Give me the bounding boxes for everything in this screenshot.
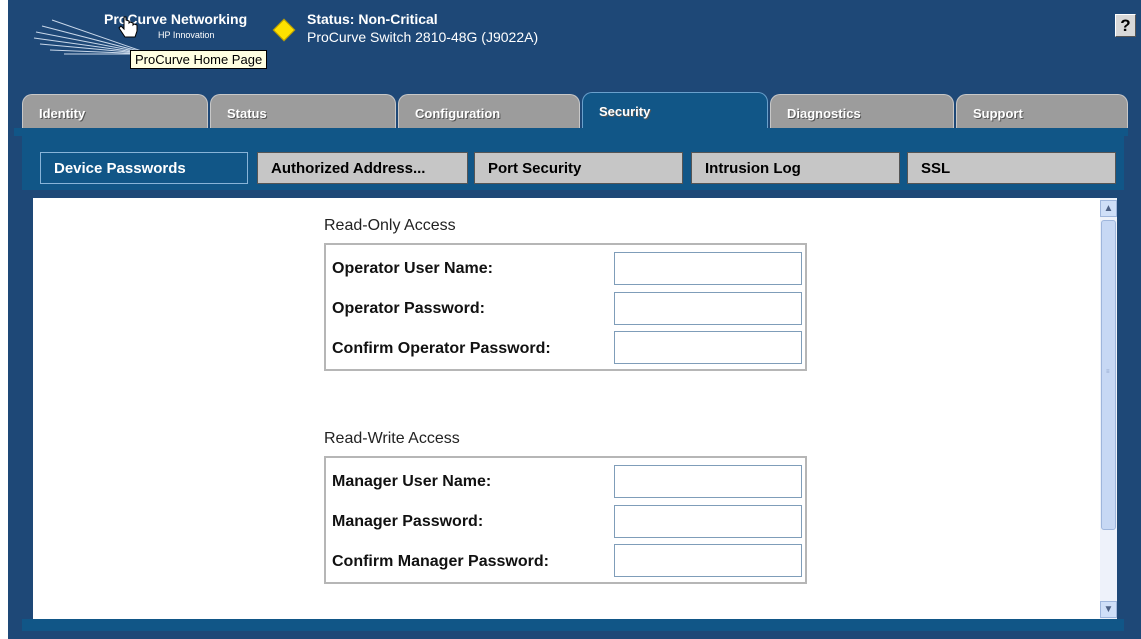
manager-username-label: Manager User Name:: [332, 473, 492, 490]
hand-pointer-icon: [118, 16, 138, 38]
tab-configuration[interactable]: Configuration: [398, 94, 580, 128]
read-only-title: Read-Only Access: [324, 217, 456, 234]
confirm-manager-password-input[interactable]: [614, 544, 802, 577]
operator-username-input[interactable]: [614, 252, 802, 285]
panel-bottom: [22, 619, 1124, 631]
logo-subtitle: HP Innovation: [158, 30, 215, 40]
tab-security[interactable]: Security: [582, 92, 768, 128]
operator-username-label: Operator User Name:: [332, 260, 493, 277]
subtab-authorized-addresses[interactable]: Authorized Address...: [257, 152, 468, 184]
window-edge: [0, 0, 8, 639]
scroll-down-icon[interactable]: ▼: [1100, 601, 1117, 618]
tab-diagnostics[interactable]: Diagnostics: [770, 94, 954, 128]
subtab-ssl[interactable]: SSL: [907, 152, 1116, 184]
confirm-operator-password-input[interactable]: [614, 331, 802, 364]
read-write-fieldset: Manager User Name: Manager Password: Con…: [324, 456, 807, 584]
tab-underline: [14, 128, 1128, 136]
tab-identity[interactable]: Identity: [22, 94, 208, 128]
subtab-port-security[interactable]: Port Security: [474, 152, 683, 184]
status-title: Status: Non-Critical: [307, 11, 438, 27]
confirm-operator-password-label: Confirm Operator Password:: [332, 340, 551, 357]
manager-password-input[interactable]: [614, 505, 802, 538]
manager-password-label: Manager Password:: [332, 513, 484, 530]
vertical-scrollbar[interactable]: ▲ ≡ ▼: [1100, 198, 1117, 619]
help-button[interactable]: ?: [1115, 14, 1136, 37]
manager-username-input[interactable]: [614, 465, 802, 498]
confirm-manager-password-label: Confirm Manager Password:: [332, 553, 549, 570]
read-write-title: Read-Write Access: [324, 430, 460, 447]
read-only-fieldset: Operator User Name: Operator Password: C…: [324, 243, 807, 371]
tab-support[interactable]: Support: [956, 94, 1128, 128]
grip-icon: ≡: [1106, 369, 1110, 375]
operator-password-input[interactable]: [614, 292, 802, 325]
subtab-device-passwords[interactable]: Device Passwords: [40, 152, 248, 184]
subtab-intrusion-log[interactable]: Intrusion Log: [691, 152, 900, 184]
scroll-thumb[interactable]: ≡: [1101, 220, 1116, 530]
scroll-up-icon[interactable]: ▲: [1100, 200, 1117, 217]
device-name: ProCurve Switch 2810-48G (J9022A): [307, 29, 539, 45]
operator-password-label: Operator Password:: [332, 300, 485, 317]
home-page-tooltip: ProCurve Home Page: [130, 50, 268, 69]
tab-status[interactable]: Status: [210, 94, 396, 128]
